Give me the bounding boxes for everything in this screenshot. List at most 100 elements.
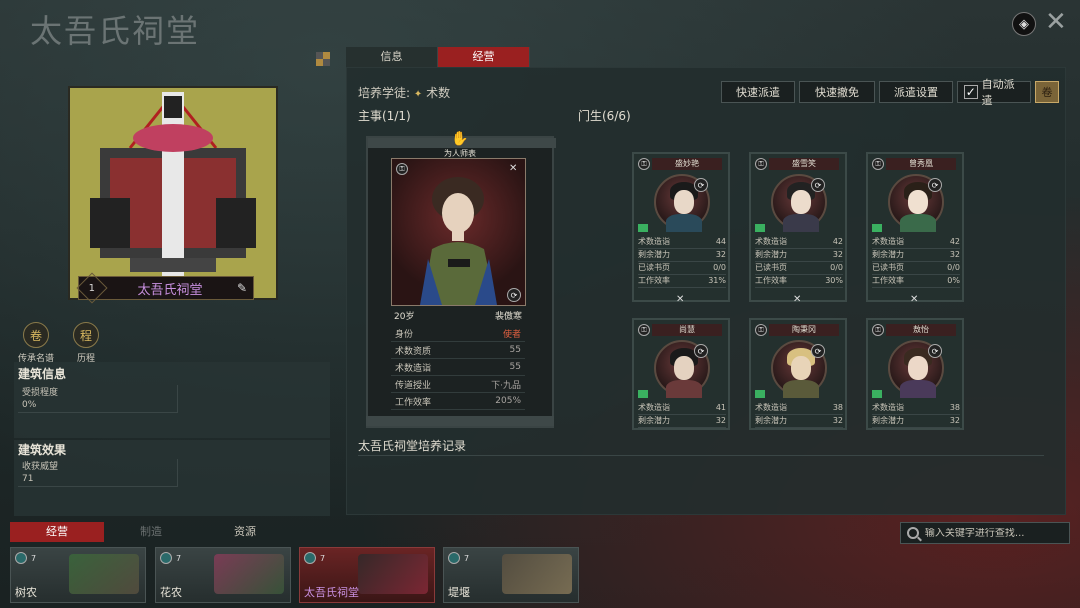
history-button[interactable]: 程 历程: [66, 322, 106, 364]
disciple-card[interactable]: ⚿ 盛妙艳 ⟳ 术数造诣 44 剩余潜力 32 已读书页 0/0 工作效率 31% ✕: [632, 152, 730, 305]
face: [791, 190, 811, 214]
remove-icon[interactable]: ✕: [509, 163, 517, 175]
disciple-stats: 术数造诣 42 剩余潜力 32 已读书页 0/0 工作效率 30%: [755, 236, 843, 288]
trainee-skill: 术数: [426, 86, 451, 100]
search-input[interactable]: [924, 527, 1063, 539]
remove-icon[interactable]: ✕: [676, 294, 684, 305]
robe: [900, 380, 936, 398]
master-stat-row: 身份 使者: [391, 325, 525, 342]
damage-value: 0%: [22, 400, 37, 410]
disciple-card[interactable]: ⚿ 敖怡 ⟳ 术数造诣 38 剩余潜力 32: [866, 318, 964, 430]
disciple-stat-row: 术数造诣 44: [638, 236, 726, 249]
disciple-stat-row: 已读书页 0/0: [872, 262, 960, 275]
page-title: 太吾氏祠堂: [30, 12, 201, 50]
disciple-stats: 术数造诣 44 剩余潜力 32 已读书页 0/0 工作效率 31%: [638, 236, 726, 288]
tab-bottom-resources[interactable]: 资源: [198, 522, 292, 542]
master-section-title: 主事(1/1): [358, 109, 411, 123]
disciple-section-title: 门生(6/6): [578, 109, 631, 123]
disciple-stat-row: 术数造诣 42: [755, 236, 843, 249]
checkbox-checked-icon: ✓: [964, 85, 978, 99]
disciple-card[interactable]: ⚿ 盛雪笑 ⟳ 术数造诣 42 剩余潜力 32 已读书页 0/0 工作效率 30% ✕: [749, 152, 847, 305]
person-icon: [160, 552, 172, 564]
building-card-name: 堤堰: [448, 586, 470, 599]
disciple-card[interactable]: ⚿ 陶秉冈 ⟳ 术数造诣 38 剩余潜力 32: [749, 318, 847, 430]
building-card-dam[interactable]: 7 堤堰: [443, 547, 579, 603]
disciple-card[interactable]: ⚿ 曾秀凰 ⟳ 术数造诣 42 剩余潜力 32 已读书页 0/0 工作效率 0% ✕: [866, 152, 964, 305]
swap-icon[interactable]: ⟳: [811, 178, 825, 192]
master-stat-row: 传道授业 下·九品: [391, 376, 525, 393]
building-name-bar: 1 太吾氏祠堂 ✎: [76, 272, 254, 304]
worker-badge: 7: [304, 552, 325, 564]
tab-operations[interactable]: 经营: [438, 47, 530, 67]
book-icon: [755, 390, 765, 398]
tab-bottom-crafting[interactable]: 制造: [104, 522, 198, 542]
grid-view-icon[interactable]: [316, 52, 330, 66]
swap-icon[interactable]: ⟳: [694, 344, 708, 358]
auto-dispatch-label: 自动派遣: [981, 78, 1015, 107]
swap-icon[interactable]: ⟳: [694, 178, 708, 192]
history-icon: 程: [73, 322, 99, 348]
tree-farmer-art: [69, 554, 139, 594]
lock-icon[interactable]: ⚿: [638, 324, 650, 336]
record-divider: [358, 455, 1044, 456]
disciple-stat-row: 已读书页 0/0: [755, 262, 843, 275]
remove-icon[interactable]: ✕: [910, 294, 918, 305]
scroll-map-icon[interactable]: 卷: [1035, 81, 1059, 103]
building-card-tree-farmer[interactable]: 7 树农: [10, 547, 146, 603]
person-icon: [15, 552, 27, 564]
lock-icon[interactable]: ⚿: [755, 158, 767, 170]
worker-badge: 7: [160, 552, 181, 564]
lock-icon[interactable]: ⚿: [755, 324, 767, 336]
book-icon: [638, 390, 648, 398]
lock-icon[interactable]: ⚿: [396, 163, 408, 175]
dispatch-settings-button[interactable]: 派遣设置: [879, 81, 953, 103]
disciple-name: 曾秀凰: [886, 158, 956, 170]
damage-box: 受损程度 0%: [18, 385, 178, 413]
swap-icon[interactable]: ⟳: [507, 288, 521, 302]
swap-icon[interactable]: ⟳: [928, 344, 942, 358]
heritage-roster-button[interactable]: 卷 传承名谱: [16, 322, 56, 364]
master-stat-row: 工作效率 205%: [391, 393, 525, 410]
building-card-name: 太吾氏祠堂: [304, 586, 359, 599]
hand-icon: ✋: [451, 131, 469, 147]
search-icon: [907, 527, 919, 539]
lock-icon[interactable]: ⚿: [638, 158, 650, 170]
disciple-stats: 术数造诣 38 剩余潜力 32: [872, 402, 960, 428]
close-icon[interactable]: ✕: [1045, 9, 1067, 35]
tab-bottom-operations[interactable]: 经营: [10, 522, 104, 542]
face: [908, 190, 928, 214]
building-card-flower-farmer[interactable]: 7 花农: [155, 547, 291, 603]
disciple-stat-row: 术数造诣 38: [755, 402, 843, 415]
book-icon: [755, 224, 765, 232]
quick-recall-button[interactable]: 快速撤免: [799, 81, 875, 103]
lock-icon[interactable]: ⚿: [872, 324, 884, 336]
abacus-icon: ✦: [413, 89, 423, 100]
face: [674, 356, 694, 380]
edit-icon[interactable]: ✎: [237, 281, 247, 295]
robe: [900, 214, 936, 232]
disciple-card[interactable]: ⚿ 尚慧 ⟳ 术数造诣 41 剩余潜力 32: [632, 318, 730, 430]
map-icon[interactable]: ◈: [1012, 12, 1036, 36]
disciple-stat-row: 术数造诣 38: [872, 402, 960, 415]
robe: [783, 214, 819, 232]
building-effect-section: 建筑效果 收获威望 71: [14, 440, 330, 516]
auto-dispatch-toggle[interactable]: ✓ 自动派遣: [957, 78, 1031, 107]
building-name: 太吾氏祠堂: [137, 282, 203, 298]
master-name: 裴傲寒: [494, 312, 522, 322]
tab-info[interactable]: 信息: [346, 47, 438, 67]
building-card-ancestral-hall[interactable]: 7 太吾氏祠堂: [299, 547, 435, 603]
lock-icon[interactable]: ⚿: [872, 158, 884, 170]
disciple-stat-row: 术数造诣 42: [872, 236, 960, 249]
quick-dispatch-button[interactable]: 快速派遣: [721, 81, 795, 103]
master-portrait[interactable]: [391, 158, 526, 306]
disciple-stat-row: 工作效率 0%: [872, 275, 960, 288]
swap-icon[interactable]: ⟳: [928, 178, 942, 192]
remove-icon[interactable]: ✕: [793, 294, 801, 305]
worker-badge: 7: [448, 552, 469, 564]
person-icon: [304, 552, 316, 564]
building-image: [68, 86, 278, 300]
swap-icon[interactable]: ⟳: [811, 344, 825, 358]
disciple-stat-row: 工作效率 30%: [755, 275, 843, 288]
trainee-label: 培养学徒:: [358, 86, 411, 100]
harvest-label: 收获威望: [22, 462, 59, 472]
